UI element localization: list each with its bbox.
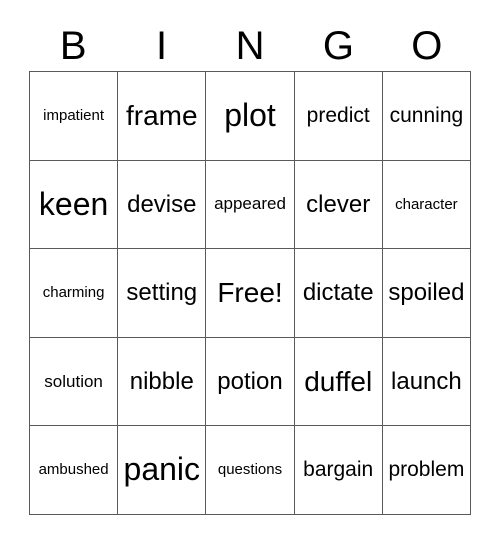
bingo-cell[interactable]: nibble	[118, 337, 207, 427]
bingo-cell[interactable]: duffel	[294, 337, 383, 427]
bingo-cell-label: clever	[306, 190, 371, 218]
bingo-cell[interactable]: problem	[382, 426, 471, 515]
bingo-cell-label: charming	[42, 284, 105, 302]
bingo-cell-label: panic	[123, 451, 201, 488]
bingo-cell-label: bargain	[303, 458, 374, 482]
bingo-cell[interactable]: frame	[118, 72, 207, 161]
bingo-cell-label: solution	[44, 371, 103, 391]
bingo-cell[interactable]: devise	[118, 160, 207, 250]
header-letter-g: G	[322, 24, 354, 68]
bingo-cell[interactable]: plot	[206, 72, 295, 161]
bingo-cell[interactable]: spoiled	[382, 249, 471, 338]
bingo-cell-label: problem	[388, 458, 465, 482]
bingo-cell[interactable]: predict	[294, 72, 383, 161]
bingo-cell[interactable]: dictate	[294, 249, 383, 338]
bingo-cell-label: setting	[126, 279, 198, 307]
bingo-cell[interactable]: questions	[206, 426, 295, 515]
bingo-cell[interactable]: clever	[294, 160, 383, 250]
bingo-cell[interactable]: setting	[118, 249, 207, 338]
bingo-cell[interactable]: appeared	[206, 160, 295, 250]
bingo-header: B I N G O	[29, 18, 471, 66]
bingo-cell-label: frame	[126, 100, 198, 132]
bingo-cell[interactable]: charming	[30, 249, 119, 338]
bingo-cell-label: plot	[224, 97, 276, 133]
header-letter-o: O	[411, 24, 443, 68]
bingo-cell[interactable]: cunning	[382, 72, 471, 161]
bingo-cell-label: devise	[127, 190, 197, 218]
bingo-grid: impatient frame plot predict cunning kee…	[29, 71, 471, 515]
bingo-cell-label: duffel	[304, 365, 373, 397]
bingo-cell[interactable]: bargain	[294, 426, 383, 515]
bingo-cell-label: launch	[391, 368, 462, 395]
bingo-cell-label: impatient	[43, 106, 105, 124]
bingo-cell[interactable]: impatient	[30, 72, 119, 161]
bingo-cell[interactable]: keen	[30, 160, 119, 250]
header-letter-b: B	[59, 24, 87, 68]
bingo-cell-label: cunning	[389, 103, 464, 127]
bingo-cell-label: questions	[217, 461, 283, 479]
bingo-cell-label: character	[395, 195, 458, 213]
bingo-cell-free[interactable]: Free!	[206, 249, 295, 338]
bingo-cell-label: nibble	[129, 368, 194, 395]
bingo-card: B I N G O impatient frame plot predict c…	[0, 0, 500, 544]
bingo-cell-label: spoiled	[388, 279, 465, 307]
bingo-cell[interactable]: potion	[206, 337, 295, 427]
bingo-cell-label: potion	[217, 368, 283, 395]
bingo-cell-label: dictate	[302, 279, 374, 307]
header-letter-i: I	[156, 24, 168, 68]
bingo-cell[interactable]: solution	[30, 337, 119, 427]
bingo-cell-label: ambushed	[38, 461, 109, 479]
bingo-cell[interactable]: character	[382, 160, 471, 250]
bingo-cell-label: appeared	[214, 194, 286, 214]
header-letter-n: N	[235, 24, 265, 68]
bingo-cell[interactable]: launch	[382, 337, 471, 427]
bingo-cell-label: predict	[306, 103, 370, 127]
bingo-cell-label: keen	[38, 185, 109, 222]
bingo-cell[interactable]: panic	[118, 426, 207, 515]
bingo-free-label: Free!	[217, 277, 283, 309]
bingo-cell[interactable]: ambushed	[30, 426, 119, 515]
